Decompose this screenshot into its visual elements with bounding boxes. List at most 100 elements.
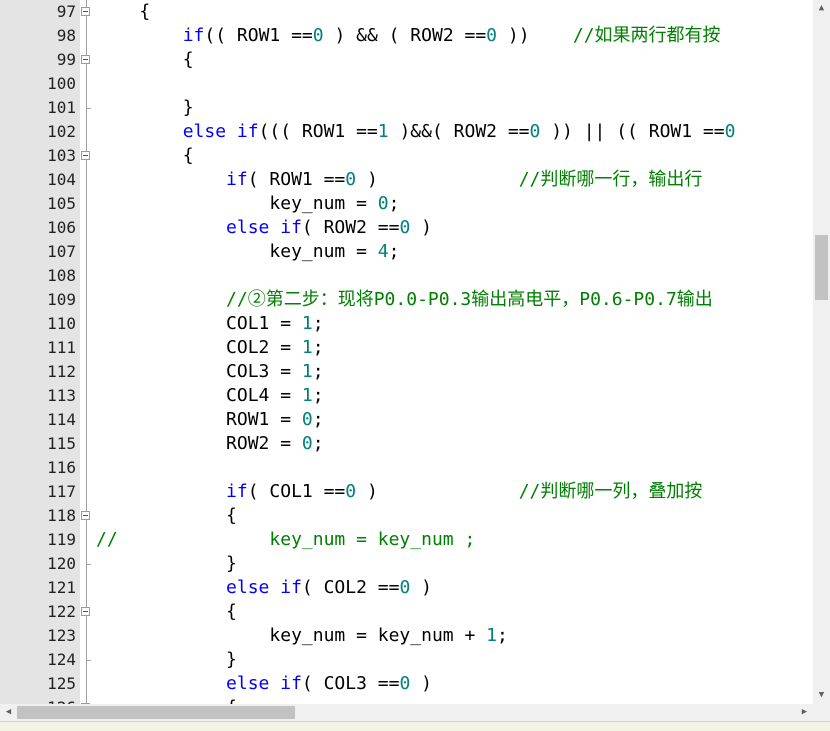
comment-token: //②第二步：现将P0.0-P0.3输出高电平，P0.6-P0.7输出 (226, 289, 713, 310)
code-token: COL4 = (96, 385, 302, 406)
code-token: ( COL1 == (247, 481, 346, 502)
code-line[interactable]: 98 if(( ROW1 ==0 ) && ( ROW2 ==0 )) //如果… (0, 24, 813, 48)
code-text[interactable]: COL3 = 1; (96, 360, 324, 384)
code-token: ( COL2 == (301, 577, 400, 598)
code-line[interactable]: 116 (0, 456, 813, 480)
code-text[interactable]: } (96, 552, 237, 576)
code-text[interactable]: else if( ROW2 ==0 ) (96, 216, 432, 240)
line-number: 119 (47, 530, 76, 549)
line-number: 106 (47, 218, 76, 237)
code-line[interactable]: 110 COL1 = 1; (0, 312, 813, 336)
code-text[interactable]: else if((( ROW1 ==1 )&&( ROW2 ==0 )) || … (96, 120, 736, 144)
scroll-up-arrow-icon[interactable]: ▲ (813, 0, 830, 17)
code-token: { (96, 1, 151, 22)
code-line[interactable]: 99 { (0, 48, 813, 72)
code-line[interactable]: 118 { (0, 504, 813, 528)
code-text[interactable]: } (96, 648, 237, 672)
code-token: ; (388, 193, 400, 214)
code-line[interactable]: 105 key_num = 0; (0, 192, 813, 216)
code-line[interactable]: 107 key_num = 4; (0, 240, 813, 264)
code-text[interactable]: { (96, 0, 150, 24)
code-text[interactable]: { (96, 600, 237, 624)
code-token: { (96, 601, 237, 622)
fold-collapse-icon[interactable] (81, 55, 90, 64)
line-number: 121 (47, 578, 76, 597)
code-line[interactable]: 97 { (0, 0, 813, 24)
code-line[interactable]: 103 { (0, 144, 813, 168)
vertical-scroll-thumb[interactable] (815, 235, 828, 300)
code-line[interactable]: 117 if( COL1 ==0 ) //判断哪一列，叠加按 (0, 480, 813, 504)
keyword-token: if (226, 481, 248, 502)
code-text[interactable]: { (96, 144, 194, 168)
vertical-scrollbar[interactable]: ▲ ▼ (813, 0, 830, 704)
code-line[interactable]: 119 // key_num = key_num ; (0, 528, 813, 552)
horizontal-scroll-thumb[interactable] (17, 706, 295, 719)
code-text[interactable]: COL1 = 1; (96, 312, 324, 336)
fold-collapse-icon[interactable] (81, 511, 90, 520)
code-line[interactable]: 115 ROW2 = 0; (0, 432, 813, 456)
code-text[interactable]: { (96, 504, 237, 528)
code-token: { (96, 49, 194, 70)
code-token: ( COL3 == (301, 673, 400, 694)
scroll-down-arrow-icon[interactable]: ▼ (813, 687, 830, 704)
number-token: 4 (377, 241, 389, 262)
code-token: ; (312, 433, 324, 454)
fold-collapse-icon[interactable] (81, 607, 90, 616)
code-text[interactable]: { (96, 48, 194, 72)
code-line[interactable]: 100 (0, 72, 813, 96)
code-line[interactable]: 112 COL3 = 1; (0, 360, 813, 384)
code-text[interactable]: key_num = 0; (96, 192, 399, 216)
code-line[interactable]: 126 { (0, 696, 813, 704)
fold-collapse-icon[interactable] (81, 151, 90, 160)
line-number: 111 (47, 338, 76, 357)
code-text[interactable]: if(( ROW1 ==0 ) && ( ROW2 ==0 )) //如果两行都… (96, 24, 721, 48)
fold-collapse-icon[interactable] (81, 7, 90, 16)
code-token: (( ROW1 == (204, 25, 313, 46)
fold-end-marker (86, 564, 91, 565)
code-text[interactable]: { (96, 696, 237, 704)
code-token: { (96, 697, 237, 704)
code-line[interactable]: 102 else if((( ROW1 ==1 )&&( ROW2 ==0 ))… (0, 120, 813, 144)
code-line[interactable]: 106 else if( ROW2 ==0 ) (0, 216, 813, 240)
code-text[interactable]: //②第二步：现将P0.0-P0.3输出高电平，P0.6-P0.7输出 (96, 288, 713, 312)
code-line[interactable]: 101 } (0, 96, 813, 120)
code-text[interactable]: if( COL1 ==0 ) //判断哪一列，叠加按 (96, 480, 702, 504)
code-line[interactable]: 111 COL2 = 1; (0, 336, 813, 360)
code-text[interactable]: ROW1 = 0; (96, 408, 324, 432)
code-line[interactable]: 108 (0, 264, 813, 288)
code-text[interactable]: if( ROW1 ==0 ) //判断哪一行，输出行 (96, 168, 702, 192)
code-line[interactable]: 123 key_num = key_num + 1; (0, 624, 813, 648)
code-line[interactable]: 114 ROW1 = 0; (0, 408, 813, 432)
code-line[interactable]: 121 else if( COL2 ==0 ) (0, 576, 813, 600)
scroll-right-arrow-icon[interactable]: ▶ (796, 704, 813, 721)
keyword-token: else if (226, 577, 302, 598)
code-text[interactable]: COL4 = 1; (96, 384, 324, 408)
code-text[interactable]: COL2 = 1; (96, 336, 324, 360)
line-number: 126 (0, 696, 76, 704)
code-line[interactable]: 122 { (0, 600, 813, 624)
scroll-left-arrow-icon[interactable]: ◀ (0, 704, 17, 721)
code-line[interactable]: 124 } (0, 648, 813, 672)
line-number: 124 (47, 650, 76, 669)
code-text[interactable]: key_num = 4; (96, 240, 399, 264)
code-line[interactable]: 113 COL4 = 1; (0, 384, 813, 408)
code-line[interactable]: 104 if( ROW1 ==0 ) //判断哪一行，输出行 (0, 168, 813, 192)
code-text[interactable]: else if( COL3 ==0 ) (96, 672, 432, 696)
code-token: )) || (( ROW1 == (540, 121, 725, 142)
code-editor[interactable]: 97 {98 if(( ROW1 ==0 ) && ( ROW2 ==0 )) … (0, 0, 813, 704)
code-text[interactable]: // key_num = key_num ; (96, 528, 475, 552)
code-text[interactable]: else if( COL2 ==0 ) (96, 576, 432, 600)
code-text[interactable]: } (96, 96, 194, 120)
number-token: 0 (345, 169, 357, 190)
code-line[interactable]: 120 } (0, 552, 813, 576)
code-token: ; (312, 313, 324, 334)
code-line[interactable]: 109 //②第二步：现将P0.0-P0.3输出高电平，P0.6-P0.7输出 (0, 288, 813, 312)
keyword-token: else if (226, 673, 302, 694)
horizontal-scrollbar[interactable]: ◀ ▶ (0, 704, 813, 721)
code-text[interactable]: key_num = key_num + 1; (96, 624, 507, 648)
code-text[interactable]: ROW2 = 0; (96, 432, 324, 456)
code-line[interactable]: 125 else if( COL3 ==0 ) (0, 672, 813, 696)
